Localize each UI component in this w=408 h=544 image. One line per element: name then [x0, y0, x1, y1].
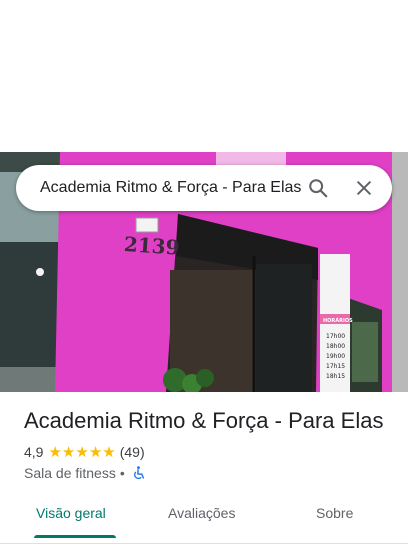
tab-bar: Visão geral Avaliações Sobre	[0, 498, 408, 544]
category-row: Sala de fitness •	[24, 465, 145, 481]
schedule-time: 19h00	[326, 353, 345, 360]
separator: •	[119, 465, 125, 481]
tab-overview[interactable]: Visão geral	[36, 505, 106, 521]
schedule-time: 17h00	[326, 333, 345, 340]
star-rating: ★ ★ ★ ★ ★	[48, 445, 115, 460]
tab-about[interactable]: Sobre	[316, 505, 353, 521]
star-icon: ★	[48, 443, 62, 461]
category-label: Sala de fitness	[24, 465, 116, 481]
wheelchair-icon	[132, 466, 145, 480]
close-icon[interactable]	[352, 176, 376, 200]
search-query[interactable]: Academia Ritmo & Força - Para Elas	[40, 179, 306, 197]
top-blank-area	[0, 0, 408, 152]
rating-value: 4,9	[24, 444, 44, 460]
star-icon: ★	[61, 443, 76, 461]
place-title: Academia Ritmo & Força - Para Elas	[24, 408, 384, 433]
active-tab-indicator	[34, 535, 116, 538]
street-number: 2139	[123, 232, 180, 260]
schedule-sign-label: HORÁRIOS	[323, 317, 353, 324]
search-bar[interactable]: Academia Ritmo & Força - Para Elas	[16, 165, 392, 211]
schedule-time: 17h15	[326, 363, 345, 370]
tab-reviews[interactable]: Avaliações	[168, 505, 235, 521]
star-icon: ★	[102, 443, 116, 461]
rating-row[interactable]: 4,9 ★ ★ ★ ★ ★ (49)	[24, 444, 145, 460]
review-count[interactable]: (49)	[120, 444, 145, 460]
schedule-time: 18h15	[326, 373, 345, 380]
search-icon[interactable]	[306, 176, 330, 200]
star-icon: ★	[75, 443, 89, 461]
schedule-time: 18h00	[326, 343, 345, 350]
star-icon: ★	[88, 443, 103, 461]
